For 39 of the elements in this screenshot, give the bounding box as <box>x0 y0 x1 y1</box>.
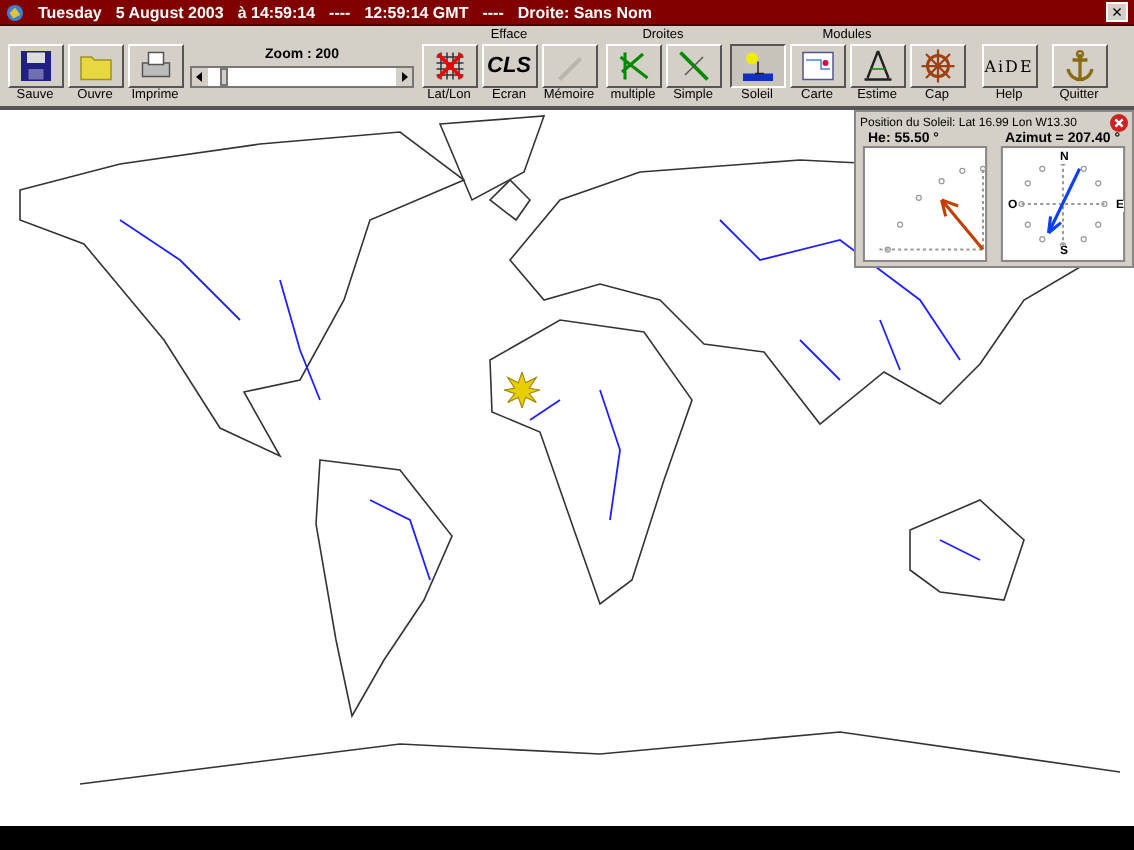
print-button[interactable] <box>127 44 183 88</box>
title-text: ---- <box>329 3 351 21</box>
title-text: Tuesday <box>38 3 102 21</box>
title-text: à 14:59:14 <box>237 3 316 21</box>
title-text: ---- <box>482 3 504 21</box>
grid-button[interactable] <box>421 44 477 88</box>
close-button[interactable]: × <box>1106 2 1128 22</box>
wheel-button[interactable] <box>909 44 965 88</box>
elevation-dial-drawing <box>860 146 990 262</box>
open-button[interactable] <box>67 44 123 88</box>
left-arrow-icon[interactable] <box>192 68 208 86</box>
anchor-icon <box>1061 48 1097 84</box>
cls-button[interactable]: CLS <box>481 44 537 88</box>
diagonal-line-icon <box>675 48 711 84</box>
line-button[interactable] <box>665 44 721 88</box>
right-arrow-icon[interactable] <box>396 68 412 86</box>
close-button[interactable] <box>1110 114 1128 132</box>
map-icon <box>799 48 835 84</box>
sun-over-sea-icon <box>739 48 775 84</box>
anchor-button[interactable] <box>1051 44 1107 88</box>
drawing-compass-icon <box>859 48 895 84</box>
close-icon <box>1110 114 1128 132</box>
azimuth-compass-drawing <box>998 146 1128 262</box>
multi-button[interactable] <box>605 44 661 88</box>
title-text: Droite: Sans Nom <box>517 3 652 21</box>
compass-button[interactable] <box>849 44 905 88</box>
help-button[interactable]: AiDE <box>981 44 1037 88</box>
sun-icon <box>504 372 540 408</box>
crossing-lines-icon <box>615 48 651 84</box>
title-text: 12:59:14 GMT <box>364 3 469 21</box>
title-text: 5 August 2003 <box>115 3 224 21</box>
slider-thumb[interactable] <box>219 68 228 86</box>
sun-button[interactable] <box>729 44 785 88</box>
save-button[interactable] <box>7 44 63 88</box>
app-icon <box>6 3 24 21</box>
zoom-slider[interactable] <box>190 66 414 88</box>
crossed-grid-icon <box>431 48 467 84</box>
chart-button[interactable] <box>789 44 845 88</box>
ship-wheel-icon <box>919 48 955 84</box>
